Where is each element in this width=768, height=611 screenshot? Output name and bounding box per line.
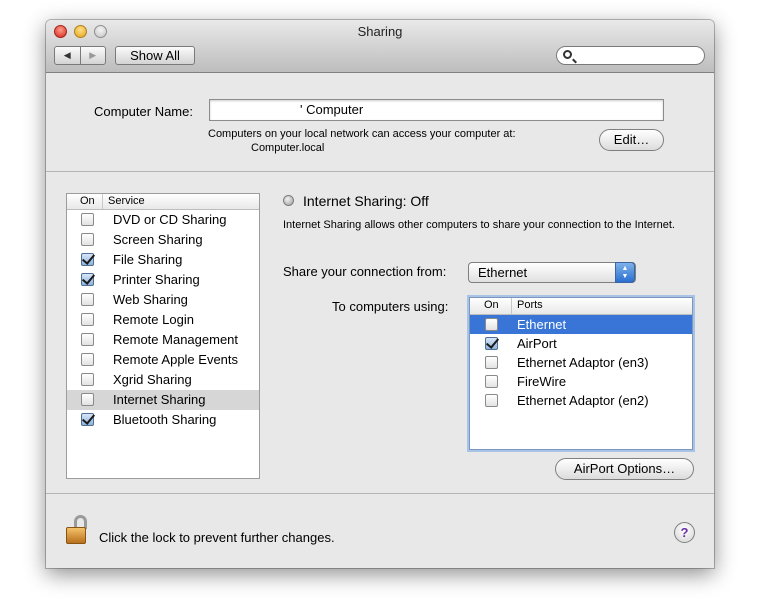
service-row[interactable]: Internet Sharing <box>67 390 259 410</box>
port-checkbox[interactable] <box>485 318 498 331</box>
service-row[interactable]: Web Sharing <box>67 290 259 310</box>
port-row[interactable]: FireWire <box>470 372 692 391</box>
port-label: Ethernet <box>517 317 567 332</box>
share-from-label: Share your connection from: <box>283 264 447 279</box>
service-checkbox[interactable] <box>81 413 94 426</box>
window-title: Sharing <box>357 24 403 39</box>
service-row[interactable]: Xgrid Sharing <box>67 370 259 390</box>
service-checkbox[interactable] <box>81 213 94 226</box>
computer-name-label: Computer Name: <box>94 104 193 119</box>
service-row[interactable]: Screen Sharing <box>67 230 259 250</box>
service-row[interactable]: Remote Apple Events <box>67 350 259 370</box>
divider <box>46 493 714 494</box>
port-row[interactable]: Ethernet Adaptor (en3) <box>470 353 692 372</box>
port-row[interactable]: Ethernet <box>470 315 692 334</box>
service-checkbox[interactable] <box>81 293 94 306</box>
port-checkbox[interactable] <box>485 356 498 369</box>
lock-message: Click the lock to prevent further change… <box>99 530 335 545</box>
edit-button[interactable]: Edit… <box>599 129 664 151</box>
service-list: On Service DVD or CD Sharing Screen Shari… <box>66 193 260 479</box>
port-label: FireWire <box>517 374 567 389</box>
forward-button[interactable]: ▶ <box>81 47 106 64</box>
port-checkbox[interactable] <box>485 337 498 350</box>
status-indicator-icon <box>283 195 294 206</box>
service-row[interactable]: Remote Login <box>67 310 259 330</box>
share-from-value: Ethernet <box>478 265 528 280</box>
column-header-on[interactable]: On <box>470 298 512 314</box>
airport-options-button[interactable]: AirPort Options… <box>555 458 694 480</box>
computer-name-field[interactable]: ' Computer <box>209 99 664 121</box>
title-bar[interactable]: Sharing ◀ ▶ Show All <box>46 20 714 73</box>
back-button[interactable]: ◀ <box>55 47 81 64</box>
service-label: Bluetooth Sharing <box>113 412 217 427</box>
service-label: Web Sharing <box>113 292 188 307</box>
service-checkbox[interactable] <box>81 233 94 246</box>
column-header-ports[interactable]: Ports <box>512 298 543 314</box>
service-label: Screen Sharing <box>113 232 203 247</box>
lock-icon[interactable] <box>65 515 91 547</box>
service-checkbox[interactable] <box>81 253 94 266</box>
ports-list-header: On Ports <box>470 298 692 315</box>
service-checkbox[interactable] <box>81 273 94 286</box>
port-label: Ethernet Adaptor (en2) <box>517 393 649 408</box>
service-checkbox[interactable] <box>81 333 94 346</box>
service-label: Xgrid Sharing <box>113 372 192 387</box>
port-label: AirPort <box>517 336 557 351</box>
navigation-buttons: ◀ ▶ <box>54 46 106 65</box>
access-description: Computers on your local network can acce… <box>208 128 516 140</box>
lock-body <box>66 527 86 544</box>
service-row[interactable]: Printer Sharing <box>67 270 259 290</box>
service-label: File Sharing <box>113 252 183 267</box>
internet-sharing-description: Internet Sharing allows other computers … <box>283 219 675 231</box>
port-checkbox[interactable] <box>485 394 498 407</box>
sharing-window: Sharing ◀ ▶ Show All Computer Name: ' Co… <box>46 20 714 568</box>
divider <box>46 171 714 172</box>
service-row[interactable]: File Sharing <box>67 250 259 270</box>
service-checkbox[interactable] <box>81 373 94 386</box>
service-label: Internet Sharing <box>113 392 206 407</box>
service-label: Remote Apple Events <box>113 352 239 367</box>
port-label: Ethernet Adaptor (en3) <box>517 355 649 370</box>
internet-sharing-status: Internet Sharing: Off <box>303 193 429 209</box>
port-checkbox[interactable] <box>485 375 498 388</box>
port-row[interactable]: AirPort <box>470 334 692 353</box>
search-field[interactable] <box>556 46 705 65</box>
service-label: Remote Login <box>113 312 194 327</box>
port-row[interactable]: Ethernet Adaptor (en2) <box>470 391 692 410</box>
column-header-on[interactable]: On <box>67 194 103 209</box>
service-checkbox[interactable] <box>81 353 94 366</box>
service-checkbox[interactable] <box>81 313 94 326</box>
service-row[interactable]: Bluetooth Sharing <box>67 410 259 430</box>
service-label: DVD or CD Sharing <box>113 212 227 227</box>
column-header-service[interactable]: Service <box>103 194 145 209</box>
share-from-popup[interactable]: Ethernet ▲ ▼ <box>468 262 636 283</box>
show-all-button[interactable]: Show All <box>115 46 195 65</box>
search-icon <box>563 50 572 59</box>
service-list-header: On Service <box>67 194 259 210</box>
service-row[interactable]: Remote Management <box>67 330 259 350</box>
service-row[interactable]: DVD or CD Sharing <box>67 210 259 230</box>
to-computers-label: To computers using: <box>332 299 449 314</box>
popup-arrows-icon: ▲ ▼ <box>615 262 635 283</box>
help-button[interactable]: ? <box>674 522 695 543</box>
service-checkbox[interactable] <box>81 393 94 406</box>
ports-list: On Ports Ethernet AirPort Ethernet Adaptor… <box>469 297 693 450</box>
service-label: Printer Sharing <box>113 272 200 287</box>
service-label: Remote Management <box>113 332 239 347</box>
computer-address: Computer.local <box>251 142 325 154</box>
